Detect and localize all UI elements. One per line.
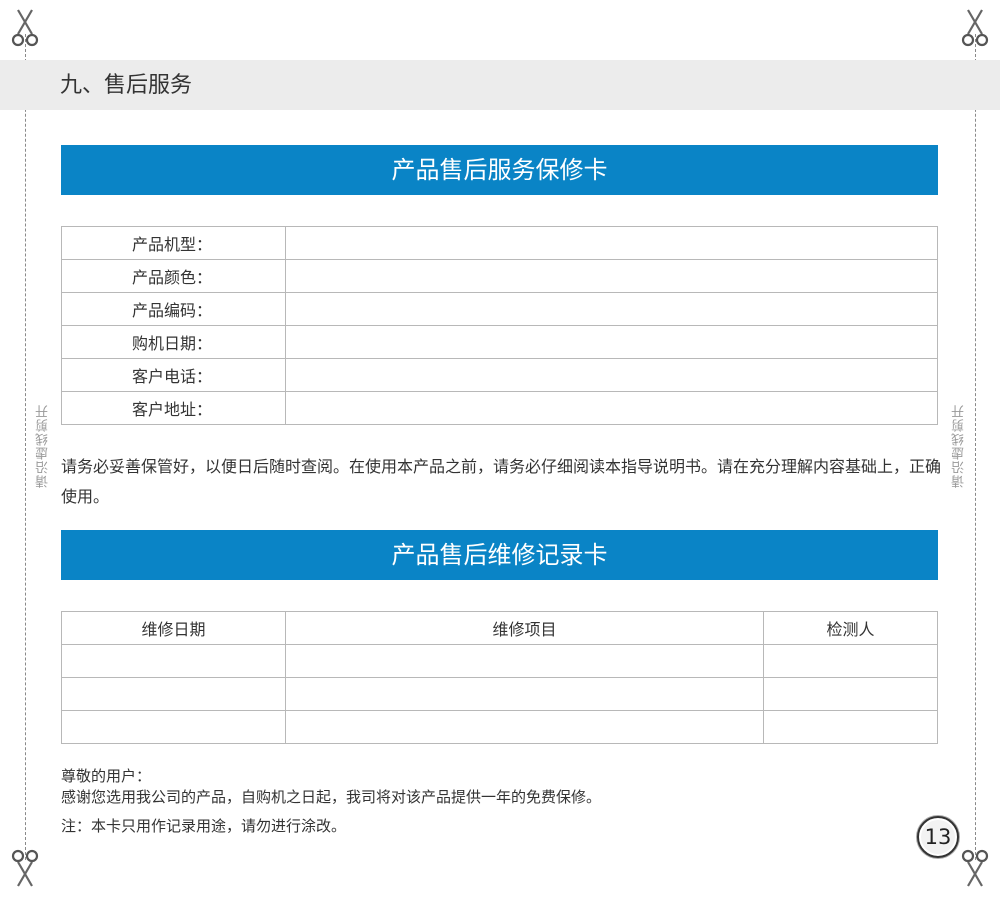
instruction-paragraph: 请务必妥善保管好，以便日后随时查阅。在使用本产品之前，请务必仔细阅读本指导说明书…	[61, 457, 942, 506]
scissors-icon	[10, 8, 40, 48]
cell-repair-date[interactable]	[61, 677, 286, 711]
field-value-phone[interactable]	[285, 358, 938, 392]
field-value-model[interactable]	[285, 226, 938, 260]
header-repair-item: 维修项目	[285, 611, 764, 645]
cell-repair-item[interactable]	[285, 710, 764, 744]
thanks-text: 感谢您选用我公司的产品，自购机之日起，我司将对该产品提供一年的免费保修。	[61, 788, 602, 806]
warranty-card-title: 产品售后服务保修卡	[61, 145, 938, 195]
table-row	[61, 710, 938, 744]
scissors-icon	[10, 848, 40, 888]
cell-repair-date[interactable]	[61, 710, 286, 744]
field-label-color: 产品颜色：	[61, 259, 286, 293]
table-row: 产品机型：	[61, 226, 938, 260]
table-row: 购机日期：	[61, 325, 938, 359]
field-label-phone: 客户电话：	[61, 358, 286, 392]
scissors-icon	[960, 848, 990, 888]
table-row	[61, 644, 938, 678]
field-value-code[interactable]	[285, 292, 938, 326]
cell-repair-date[interactable]	[61, 644, 286, 678]
field-value-purchase-date[interactable]	[285, 325, 938, 359]
greeting-text: 尊敬的用户：	[61, 767, 152, 785]
left-cut-line	[25, 34, 26, 860]
left-cut-hint: 请沿虚线剪开	[34, 400, 54, 492]
table-row: 客户电话：	[61, 358, 938, 392]
field-label-code: 产品编码：	[61, 292, 286, 326]
table-row: 客户地址：	[61, 391, 938, 425]
cell-inspector[interactable]	[763, 644, 938, 678]
repair-record-table: 维修日期 维修项目 检测人	[61, 611, 938, 744]
field-label-address: 客户地址：	[61, 391, 286, 425]
table-row: 产品编码：	[61, 292, 938, 326]
notes-block: 尊敬的用户： 感谢您选用我公司的产品，自购机之日起，我司将对该产品提供一年的免费…	[61, 766, 941, 837]
field-value-address[interactable]	[285, 391, 938, 425]
warranty-info-table: 产品机型： 产品颜色： 产品编码： 购机日期： 客户电话： 客户地址：	[61, 226, 938, 425]
cell-repair-item[interactable]	[285, 644, 764, 678]
cell-inspector[interactable]	[763, 677, 938, 711]
header-repair-date: 维修日期	[61, 611, 286, 645]
cell-repair-item[interactable]	[285, 677, 764, 711]
table-row	[61, 677, 938, 711]
section-title: 九、售后服务	[60, 73, 193, 98]
scissors-icon	[960, 8, 990, 48]
header-inspector: 检测人	[763, 611, 938, 645]
table-row: 产品颜色：	[61, 259, 938, 293]
page-number: 13	[917, 816, 959, 858]
repair-card-title: 产品售后维修记录卡	[61, 530, 938, 580]
note-text: 注：本卡只用作记录用途，请勿进行涂改。	[61, 817, 347, 835]
field-label-model: 产品机型：	[61, 226, 286, 260]
right-cut-hint: 请沿虚线剪开	[950, 400, 970, 492]
field-label-purchase-date: 购机日期：	[61, 325, 286, 359]
table-header-row: 维修日期 维修项目 检测人	[61, 611, 938, 645]
cell-inspector[interactable]	[763, 710, 938, 744]
field-value-color[interactable]	[285, 259, 938, 293]
right-cut-line	[975, 34, 976, 860]
manual-page: 请沿虚线剪开 请沿虚线剪开 九、售后服务 产品售后服务保修卡 产品机型： 产品颜…	[0, 0, 1000, 899]
